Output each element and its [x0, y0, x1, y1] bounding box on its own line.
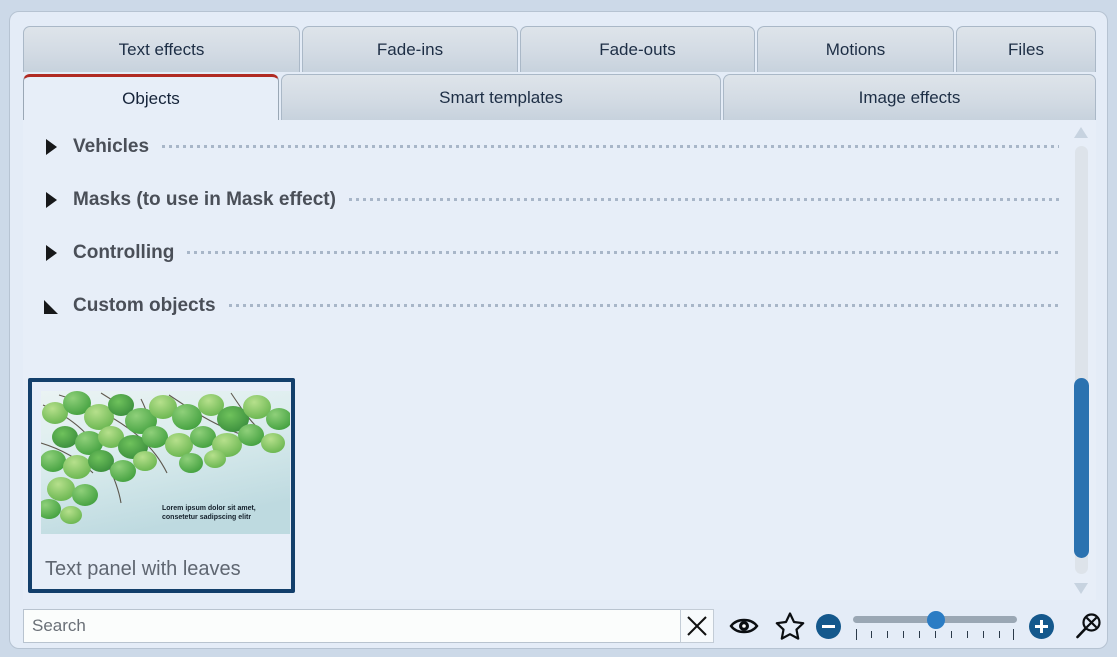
- leader-dots: [348, 198, 1059, 201]
- tab-motions[interactable]: Motions: [757, 26, 954, 72]
- tab-smart-templates[interactable]: Smart templates: [281, 74, 721, 120]
- object-card-text-panel-with-leaves[interactable]: Lorem ipsum dolor sit amet, consetetur s…: [28, 378, 295, 593]
- bottom-toolbar: [23, 602, 1101, 650]
- category-label: Vehicles: [73, 135, 150, 157]
- scrollbar-thumb[interactable]: [1074, 378, 1089, 558]
- zoom-slider-ticks: [853, 629, 1017, 641]
- leader-dots: [162, 145, 1059, 148]
- tab-label: Image effects: [858, 87, 961, 107]
- favorites-button[interactable]: [772, 608, 808, 644]
- tab-row-primary: Text effects Fade-ins Fade-outs Motions …: [23, 26, 1096, 72]
- tab-text-effects[interactable]: Text effects: [23, 26, 300, 72]
- object-library-panel: Text effects Fade-ins Fade-outs Motions …: [0, 0, 1117, 657]
- zoom-slider[interactable]: [853, 611, 1017, 641]
- chevron-right-icon[interactable]: [43, 138, 61, 156]
- star-icon: [775, 612, 805, 640]
- search-field-wrapper: [23, 609, 714, 643]
- chevron-right-icon[interactable]: [43, 191, 61, 209]
- close-x-icon: [687, 616, 707, 636]
- triangle-up-icon[interactable]: [1073, 124, 1089, 140]
- category-label: Controlling: [73, 241, 175, 263]
- object-thumbnail: Lorem ipsum dolor sit amet, consetetur s…: [41, 391, 290, 534]
- leader-dots: [228, 304, 1059, 307]
- tab-objects[interactable]: Objects: [23, 74, 279, 120]
- object-card-grid: Lorem ipsum dolor sit amet, consetetur s…: [28, 378, 295, 593]
- content-scrollbar[interactable]: [1069, 120, 1093, 600]
- tab-label: Files: [1008, 39, 1044, 59]
- tab-row-secondary: Objects Smart templates Image effects: [23, 74, 1096, 120]
- chevron-down-icon[interactable]: [43, 297, 61, 315]
- category-row-custom-objects[interactable]: Custom objects: [23, 279, 1069, 332]
- object-card-title: Text panel with leaves: [45, 558, 241, 580]
- zoom-in-button[interactable]: [1029, 613, 1054, 639]
- thumbnail-preview-text-line2: consetetur sadipscing elitr: [162, 514, 252, 521]
- tab-label: Text effects: [118, 39, 205, 59]
- zoom-out-button[interactable]: [816, 613, 841, 639]
- thumbnail-preview-text: Lorem ipsum dolor sit amet, consetetur s…: [162, 504, 282, 522]
- zoom-control-group: [816, 611, 1054, 641]
- category-label: Custom objects: [73, 294, 216, 316]
- category-row-masks[interactable]: Masks (to use in Mask effect): [23, 173, 1069, 226]
- tab-files[interactable]: Files: [956, 26, 1096, 72]
- panel-frame: Text effects Fade-ins Fade-outs Motions …: [9, 11, 1108, 649]
- triangle-down-icon[interactable]: [1073, 580, 1089, 596]
- tab-label: Motions: [825, 39, 886, 59]
- leader-dots: [187, 251, 1059, 254]
- tab-label: Smart templates: [439, 87, 563, 107]
- clear-search-button[interactable]: [680, 609, 714, 643]
- category-label: Masks (to use in Mask effect): [73, 188, 336, 210]
- preview-toggle-button[interactable]: [726, 608, 762, 644]
- tab-label: Fade-ins: [376, 39, 444, 59]
- category-row-vehicles[interactable]: Vehicles: [23, 120, 1069, 173]
- chevron-right-icon[interactable]: [43, 244, 61, 262]
- tab-label: Objects: [122, 88, 180, 108]
- objects-content-area: Vehicles Masks (to use in Mask effect) C…: [23, 120, 1096, 600]
- tab-label: Fade-outs: [599, 39, 676, 59]
- tab-image-effects[interactable]: Image effects: [723, 74, 1096, 120]
- eye-icon: [729, 618, 759, 634]
- zoom-slider-handle[interactable]: [927, 611, 945, 629]
- search-input[interactable]: [23, 609, 712, 643]
- magnifier-reset-icon: [1076, 613, 1101, 639]
- tab-fade-outs[interactable]: Fade-outs: [520, 26, 755, 72]
- reset-zoom-button[interactable]: [1070, 608, 1106, 644]
- thumbnail-preview-text-line1: Lorem ipsum dolor sit amet,: [162, 505, 256, 512]
- category-row-controlling[interactable]: Controlling: [23, 226, 1069, 279]
- category-tree: Vehicles Masks (to use in Mask effect) C…: [23, 120, 1069, 332]
- tab-fade-ins[interactable]: Fade-ins: [302, 26, 518, 72]
